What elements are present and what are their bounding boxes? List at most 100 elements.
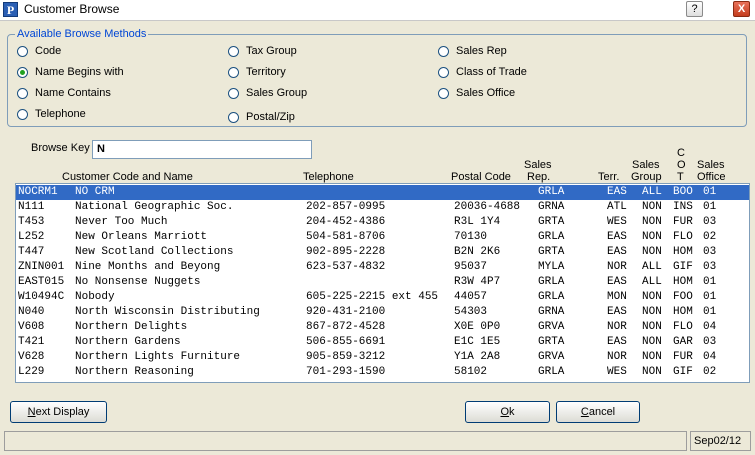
cell-sales-office: 03 — [703, 246, 717, 258]
next-display-accel: N — [27, 406, 36, 418]
table-row[interactable]: T447 New Scotland Collections 902-895-2228… — [16, 245, 749, 260]
radio-label: Sales Rep — [456, 45, 507, 57]
cell-sales-group: ALL — [642, 276, 662, 288]
radio-label: Code — [35, 45, 62, 57]
col-header-sales-group-2: Group — [631, 171, 662, 183]
table-row[interactable]: L229 Northern Reasoning 701-293-1590 58102 G… — [16, 365, 749, 380]
radio-code[interactable]: Code — [17, 43, 61, 59]
table-row[interactable]: N040 North Wisconsin Distributing 920-431-… — [16, 305, 749, 320]
radio-sales-office[interactable]: Sales Office — [438, 85, 515, 101]
table-row[interactable]: V608 Northern Delights 867-872-4528 X0E 0P0… — [16, 320, 749, 335]
cell-name: Never Too Much — [75, 216, 168, 228]
cell-sales-rep: GRLA — [538, 366, 565, 378]
status-bar: Sep02/12 — [0, 429, 755, 455]
radio-sales-group[interactable]: Sales Group — [228, 85, 307, 101]
cell-territory: WES — [607, 366, 627, 378]
cell-name: Nobody — [75, 291, 115, 303]
radio-circle[interactable] — [438, 87, 449, 99]
cell-telephone: 701-293-1590 — [306, 366, 386, 378]
col-header-telephone: Telephone — [303, 171, 354, 183]
radio-circle[interactable] — [17, 87, 28, 99]
close-button[interactable]: X — [733, 1, 750, 17]
cell-code: L229 — [18, 366, 45, 378]
radio-tax-group[interactable]: Tax Group — [228, 43, 297, 59]
cell-territory: NOR — [607, 321, 627, 333]
cell-territory: NOR — [607, 261, 627, 273]
radio-class-of-trade[interactable]: Class of Trade — [438, 64, 527, 80]
radio-circle[interactable] — [438, 66, 449, 78]
cell-sales-group: NON — [642, 351, 662, 363]
cell-class-of-trade: GIF — [673, 366, 693, 378]
cell-sales-office: 03 — [703, 336, 717, 348]
radio-label: Class of Trade — [456, 66, 527, 78]
cell-sales-rep: MYLA — [538, 261, 565, 273]
cell-territory: ATL — [607, 201, 627, 213]
cell-territory: WES — [607, 216, 627, 228]
cell-sales-office: 02 — [703, 231, 717, 243]
cell-telephone: 202-857-0995 — [306, 201, 386, 213]
window-title: Customer Browse — [24, 2, 120, 16]
radio-circle-checked[interactable] — [17, 66, 28, 78]
table-row[interactable]: ZNIN001 Nine Months and Beyong 623-537-483… — [16, 260, 749, 275]
cell-name: New Scotland Collections — [75, 246, 234, 258]
table-row[interactable]: EAST015 No Nonsense Nuggets R3W 4P7 GRLA EAS… — [16, 275, 749, 290]
cell-code: N111 — [18, 201, 45, 213]
table-row[interactable]: L252 New Orleans Marriott 504-581-8706 7013… — [16, 230, 749, 245]
cell-postal-code: X0E 0P0 — [454, 321, 501, 333]
radio-circle[interactable] — [228, 66, 239, 78]
cell-code: W10494C — [18, 291, 65, 303]
table-row[interactable]: N111 National Geographic Soc. 202-857-0995… — [16, 200, 749, 215]
cell-sales-group: NON — [642, 231, 662, 243]
radio-telephone[interactable]: Telephone — [17, 106, 86, 122]
cell-territory: NOR — [607, 351, 627, 363]
cell-postal-code: R3L 1Y4 — [454, 216, 501, 228]
cell-telephone: 506-855-6691 — [306, 336, 386, 348]
cell-code: NOCRM1 — [18, 186, 58, 198]
radio-name-begins-with[interactable]: Name Begins with — [17, 64, 124, 80]
cell-sales-group: ALL — [642, 261, 662, 273]
radio-circle[interactable] — [438, 45, 449, 57]
radio-postal-zip[interactable]: Postal/Zip — [228, 109, 295, 125]
cell-territory: EAS — [607, 306, 627, 318]
cell-sales-office: 01 — [703, 291, 717, 303]
cell-class-of-trade: BOO — [673, 186, 693, 198]
table-row[interactable]: V628 Northern Lights Furniture 905-859-321… — [16, 350, 749, 365]
radio-circle[interactable] — [228, 87, 239, 99]
browse-methods-group — [7, 34, 747, 127]
ok-label: k — [509, 406, 515, 418]
cell-class-of-trade: GIF — [673, 261, 693, 273]
cell-sales-rep: GRVA — [538, 321, 565, 333]
cell-postal-code: 95037 — [454, 261, 488, 273]
table-row[interactable]: T453 Never Too Much 204-452-4386 R3L 1Y4 GRT… — [16, 215, 749, 230]
cancel-button[interactable]: Cancel — [556, 401, 640, 423]
col-header-cot-3: T — [677, 171, 684, 183]
cell-territory: MON — [607, 291, 627, 303]
help-button[interactable]: ? — [686, 1, 703, 17]
table-row[interactable]: W10494C Nobody 605-225-2215 ext 455 44057 GR… — [16, 290, 749, 305]
cell-code: N040 — [18, 306, 45, 318]
cell-postal-code: 54303 — [454, 306, 488, 318]
status-date: Sep02/12 — [690, 431, 751, 451]
col-header-postal: Postal Code — [451, 171, 511, 183]
radio-circle[interactable] — [228, 111, 239, 123]
radio-circle[interactable] — [228, 45, 239, 57]
radio-sales-rep[interactable]: Sales Rep — [438, 43, 507, 59]
radio-circle[interactable] — [17, 45, 28, 57]
next-display-button[interactable]: Next Display — [10, 401, 107, 423]
ok-accel: O — [500, 406, 510, 418]
radio-territory[interactable]: Territory — [228, 64, 286, 80]
radio-name-contains[interactable]: Name Contains — [17, 85, 111, 101]
browse-key-input[interactable]: N — [92, 140, 312, 159]
ok-button[interactable]: Ok — [465, 401, 550, 423]
cell-name: Northern Delights — [75, 321, 188, 333]
cell-postal-code: R3W 4P7 — [454, 276, 501, 288]
cell-sales-office: 03 — [703, 216, 717, 228]
customer-list[interactable]: NOCRM1 NO CRM GRLA EAS ALL BOO 01 N111 National … — [15, 183, 750, 383]
table-row-selected[interactable]: NOCRM1 NO CRM GRLA EAS ALL BOO 01 — [16, 185, 749, 200]
cell-name: Nine Months and Beyong — [75, 261, 221, 273]
cell-postal-code: 70130 — [454, 231, 488, 243]
col-header-sales-office-1: Sales — [697, 159, 725, 171]
table-row[interactable]: T421 Northern Gardens 506-855-6691 E1C 1E5 G… — [16, 335, 749, 350]
cell-sales-office: 01 — [703, 306, 717, 318]
radio-circle[interactable] — [17, 108, 28, 120]
